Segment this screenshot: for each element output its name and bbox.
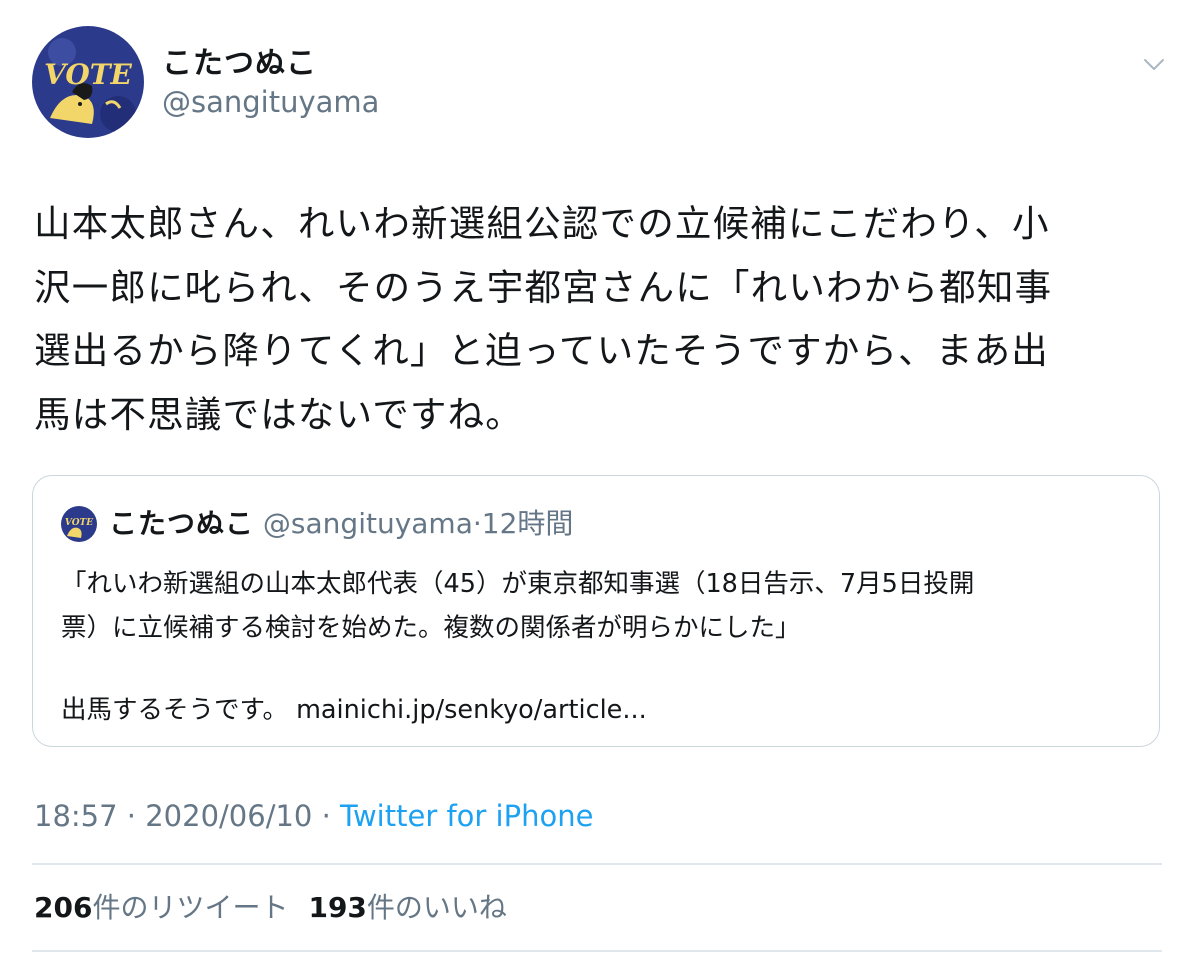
- tweet-source-link[interactable]: Twitter for iPhone: [340, 799, 593, 833]
- retweets-label: 件のリツイート: [92, 891, 289, 924]
- tweet-time[interactable]: 18:57: [34, 799, 118, 833]
- tweet-text: 山本太郎さん、れいわ新選組公認での立候補にこだわり、小 沢一郎に叱られ、そのうえ…: [34, 202, 1053, 436]
- quoted-tweet-link-line: 出馬するそうです。 mainichi.jp/senkyo/article...: [61, 688, 647, 732]
- chevron-down-icon[interactable]: [1140, 50, 1168, 78]
- likes-label: 件のいいね: [366, 891, 507, 924]
- likes-count: 193: [308, 891, 367, 924]
- divider: [32, 863, 1162, 865]
- svg-text:VOTE: VOTE: [65, 518, 93, 528]
- tweet-date[interactable]: 2020/06/10: [145, 799, 312, 833]
- quoted-tweet-handle: @sangituyama: [262, 507, 473, 540]
- quoted-tweet-display-name: こたつぬこ: [109, 507, 255, 540]
- author-display-name[interactable]: こたつぬこ: [162, 46, 317, 82]
- svg-text:VOTE: VOTE: [44, 58, 132, 91]
- likes-stat[interactable]: 193件のいいね: [308, 891, 506, 924]
- tweet-stats: 206件のリツイート 193件のいいね: [34, 886, 507, 930]
- retweets-stat[interactable]: 206件のリツイート: [34, 891, 288, 924]
- quoted-tweet-link[interactable]: mainichi.jp/senkyo/article...: [296, 695, 647, 725]
- quoted-tweet-separator: ·: [472, 507, 482, 540]
- vote-avatar-image: VOTE: [32, 26, 144, 138]
- retweets-count: 206: [34, 891, 93, 924]
- quoted-tweet-card[interactable]: VOTE こたつぬこ @sangituyama·12時間 「れいわ新選組の山本太…: [32, 475, 1160, 747]
- divider: [32, 950, 1162, 952]
- quoted-tweet-body: 「れいわ新選組の山本太郎代表（45）が東京都知事選（18日告示、7月5日投開 票…: [61, 569, 975, 643]
- tweet-meta: 18:57 · 2020/06/10 · Twitter for iPhone: [34, 794, 593, 838]
- quoted-tweet-link-prefix: 出馬するそうです。: [61, 695, 297, 725]
- vote-avatar-image: VOTE: [61, 506, 97, 542]
- quoted-tweet-avatar: VOTE: [61, 506, 97, 542]
- author-handle[interactable]: @sangituyama: [162, 84, 379, 120]
- quoted-tweet-time: 12時間: [481, 507, 574, 540]
- quoted-tweet-header: こたつぬこ @sangituyama·12時間: [109, 504, 573, 544]
- meta-separator: ·: [117, 799, 146, 833]
- author-avatar[interactable]: VOTE: [32, 26, 144, 138]
- meta-separator: ·: [312, 799, 341, 833]
